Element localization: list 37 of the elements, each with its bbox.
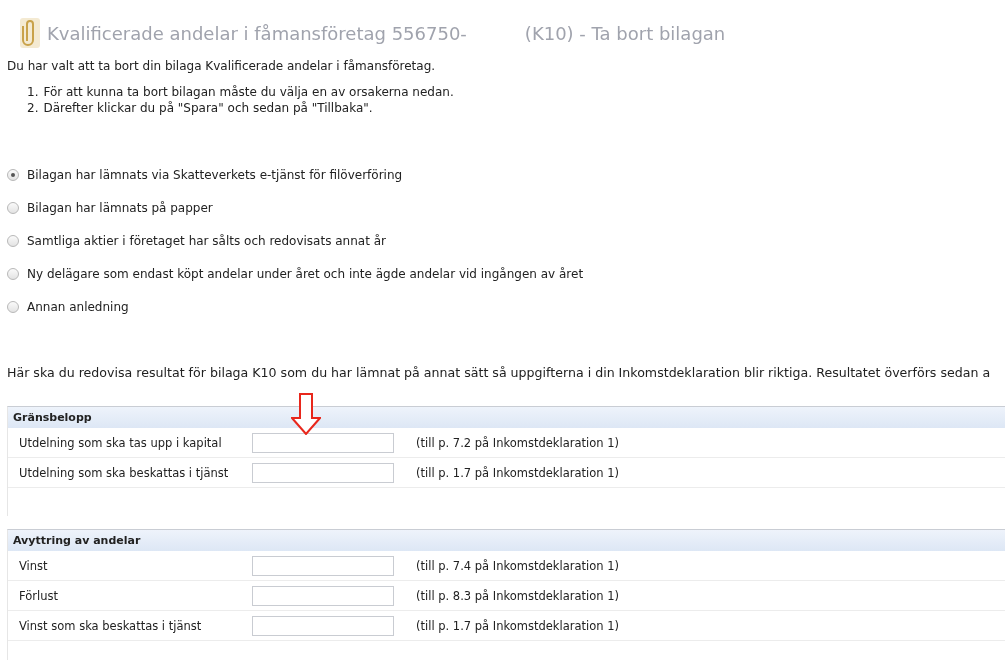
section-header: Gränsbelopp — [8, 407, 1005, 428]
radio-label[interactable]: Annan anledning — [27, 300, 129, 314]
radio-label[interactable]: Samtliga aktier i företaget har sålts och redovisats annat år — [27, 234, 386, 248]
amount-field[interactable] — [252, 585, 394, 606]
field-label: Utdelning som ska beskattas i tjänst — [19, 465, 230, 480]
page-title: Kvalificerade andelar i fåmansföretag 556750- — [47, 22, 467, 44]
instruction-step: För att kunna ta bort bilagan måste du välja en av orsakerna nedan. — [43, 85, 454, 99]
field-hint: (till p. 8.3 på Inkomstdeklaration 1) — [416, 588, 619, 603]
amount-field[interactable] — [252, 462, 394, 483]
down-arrow-icon — [291, 393, 321, 435]
amount-field[interactable] — [252, 615, 394, 636]
radio-label[interactable]: Bilagan har lämnats på papper — [27, 201, 213, 215]
field-hint: (till p. 7.2 på Inkomstdeklaration 1) — [416, 435, 619, 450]
field-hint: (till p. 7.4 på Inkomstdeklaration 1) — [416, 558, 619, 573]
radio-button[interactable] — [7, 169, 19, 181]
section-header: Avyttring av andelar — [8, 530, 1005, 551]
radio-button[interactable] — [7, 202, 19, 214]
info-text: Här ska du redovisa resultat för bilaga K10 som du har lämnat på annat sätt så uppgifterna i din Inkomstdeklaration blir riktiga. Resultatet överförs sedan a — [7, 365, 992, 380]
radio-label[interactable]: Bilagan har lämnats via Skatteverkets e-tjänst för filöverföring — [27, 168, 403, 182]
list-number: 1. — [27, 85, 39, 99]
radio-label[interactable]: Ny delägare som endast köpt andelar under året och inte ägde andelar vid ingången av året — [27, 267, 584, 281]
list-number: 2. — [27, 101, 39, 115]
amount-field[interactable] — [252, 555, 394, 576]
radio-button[interactable] — [7, 235, 19, 247]
intro-text: Du har valt att ta bort din bilaga Kvalificerade andelar i fåmansföretag. — [7, 59, 437, 73]
field-label: Vinst som ska beskattas i tjänst — [19, 618, 203, 633]
paperclip-icon — [19, 17, 41, 49]
field-hint: (till p. 1.7 på Inkomstdeklaration 1) — [416, 465, 619, 480]
radio-button[interactable] — [7, 268, 19, 280]
field-hint: (till p. 1.7 på Inkomstdeklaration 1) — [416, 618, 619, 633]
page-title-suffix: (K10) - Ta bort bilagan — [524, 22, 726, 44]
field-label: Utdelning som ska tas upp i kapital — [19, 435, 223, 450]
radio-button[interactable] — [7, 301, 19, 313]
amount-field[interactable] — [252, 432, 394, 453]
field-label: Vinst — [19, 558, 49, 573]
instruction-step: Därefter klickar du på "Spara" och sedan på "Tillbaka". — [43, 101, 373, 115]
field-label: Förlust — [19, 588, 59, 603]
